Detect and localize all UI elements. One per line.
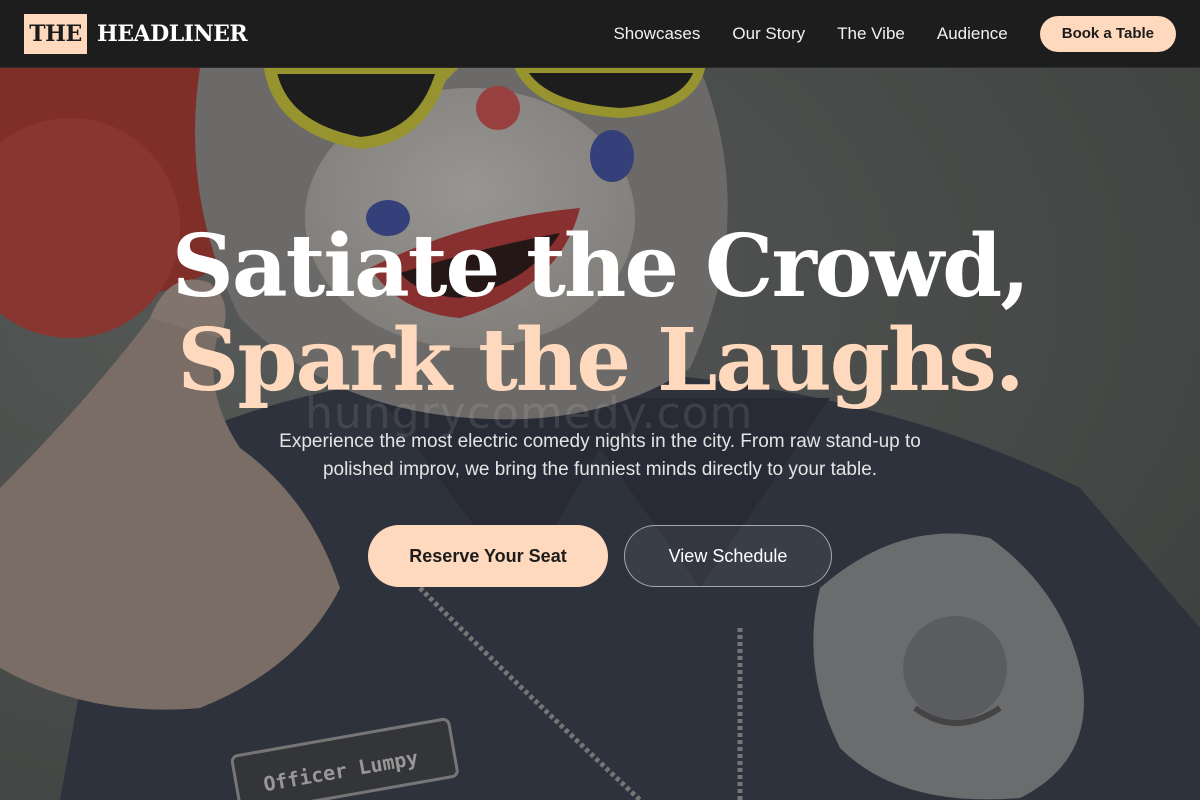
- nav-menu: Showcases Our Story The Vibe Audience Bo…: [613, 15, 1176, 52]
- logo-mark: THE: [24, 13, 87, 54]
- logo-wordmark: HEADLINER: [97, 20, 248, 47]
- headline-line-2: Spark the Laughs.: [177, 310, 1024, 411]
- headline-line-1: Satiate the Crowd,: [171, 216, 1030, 317]
- hero-subtext: Experience the most electric comedy nigh…: [279, 431, 921, 480]
- hero-headline: Satiate the Crowd, Spark the Laughs.: [0, 220, 1200, 408]
- reserve-seat-button[interactable]: Reserve Your Seat: [368, 525, 608, 587]
- nav-link-audience[interactable]: Audience: [937, 24, 1008, 44]
- book-table-button[interactable]: Book a Table: [1039, 15, 1176, 52]
- nav-link-showcases[interactable]: Showcases: [613, 24, 700, 44]
- top-navbar: THE HEADLINER Showcases Our Story The Vi…: [0, 0, 1200, 68]
- nav-link-our-story[interactable]: Our Story: [732, 24, 805, 44]
- view-schedule-button[interactable]: View Schedule: [624, 525, 832, 587]
- hero-actions: Reserve Your Seat View Schedule: [0, 525, 1200, 587]
- nav-link-the-vibe[interactable]: The Vibe: [837, 24, 905, 44]
- hero-section: Officer Lumpy hungrycomedy.com Satiate t…: [0, 68, 1200, 800]
- site-logo[interactable]: THE HEADLINER: [24, 13, 248, 54]
